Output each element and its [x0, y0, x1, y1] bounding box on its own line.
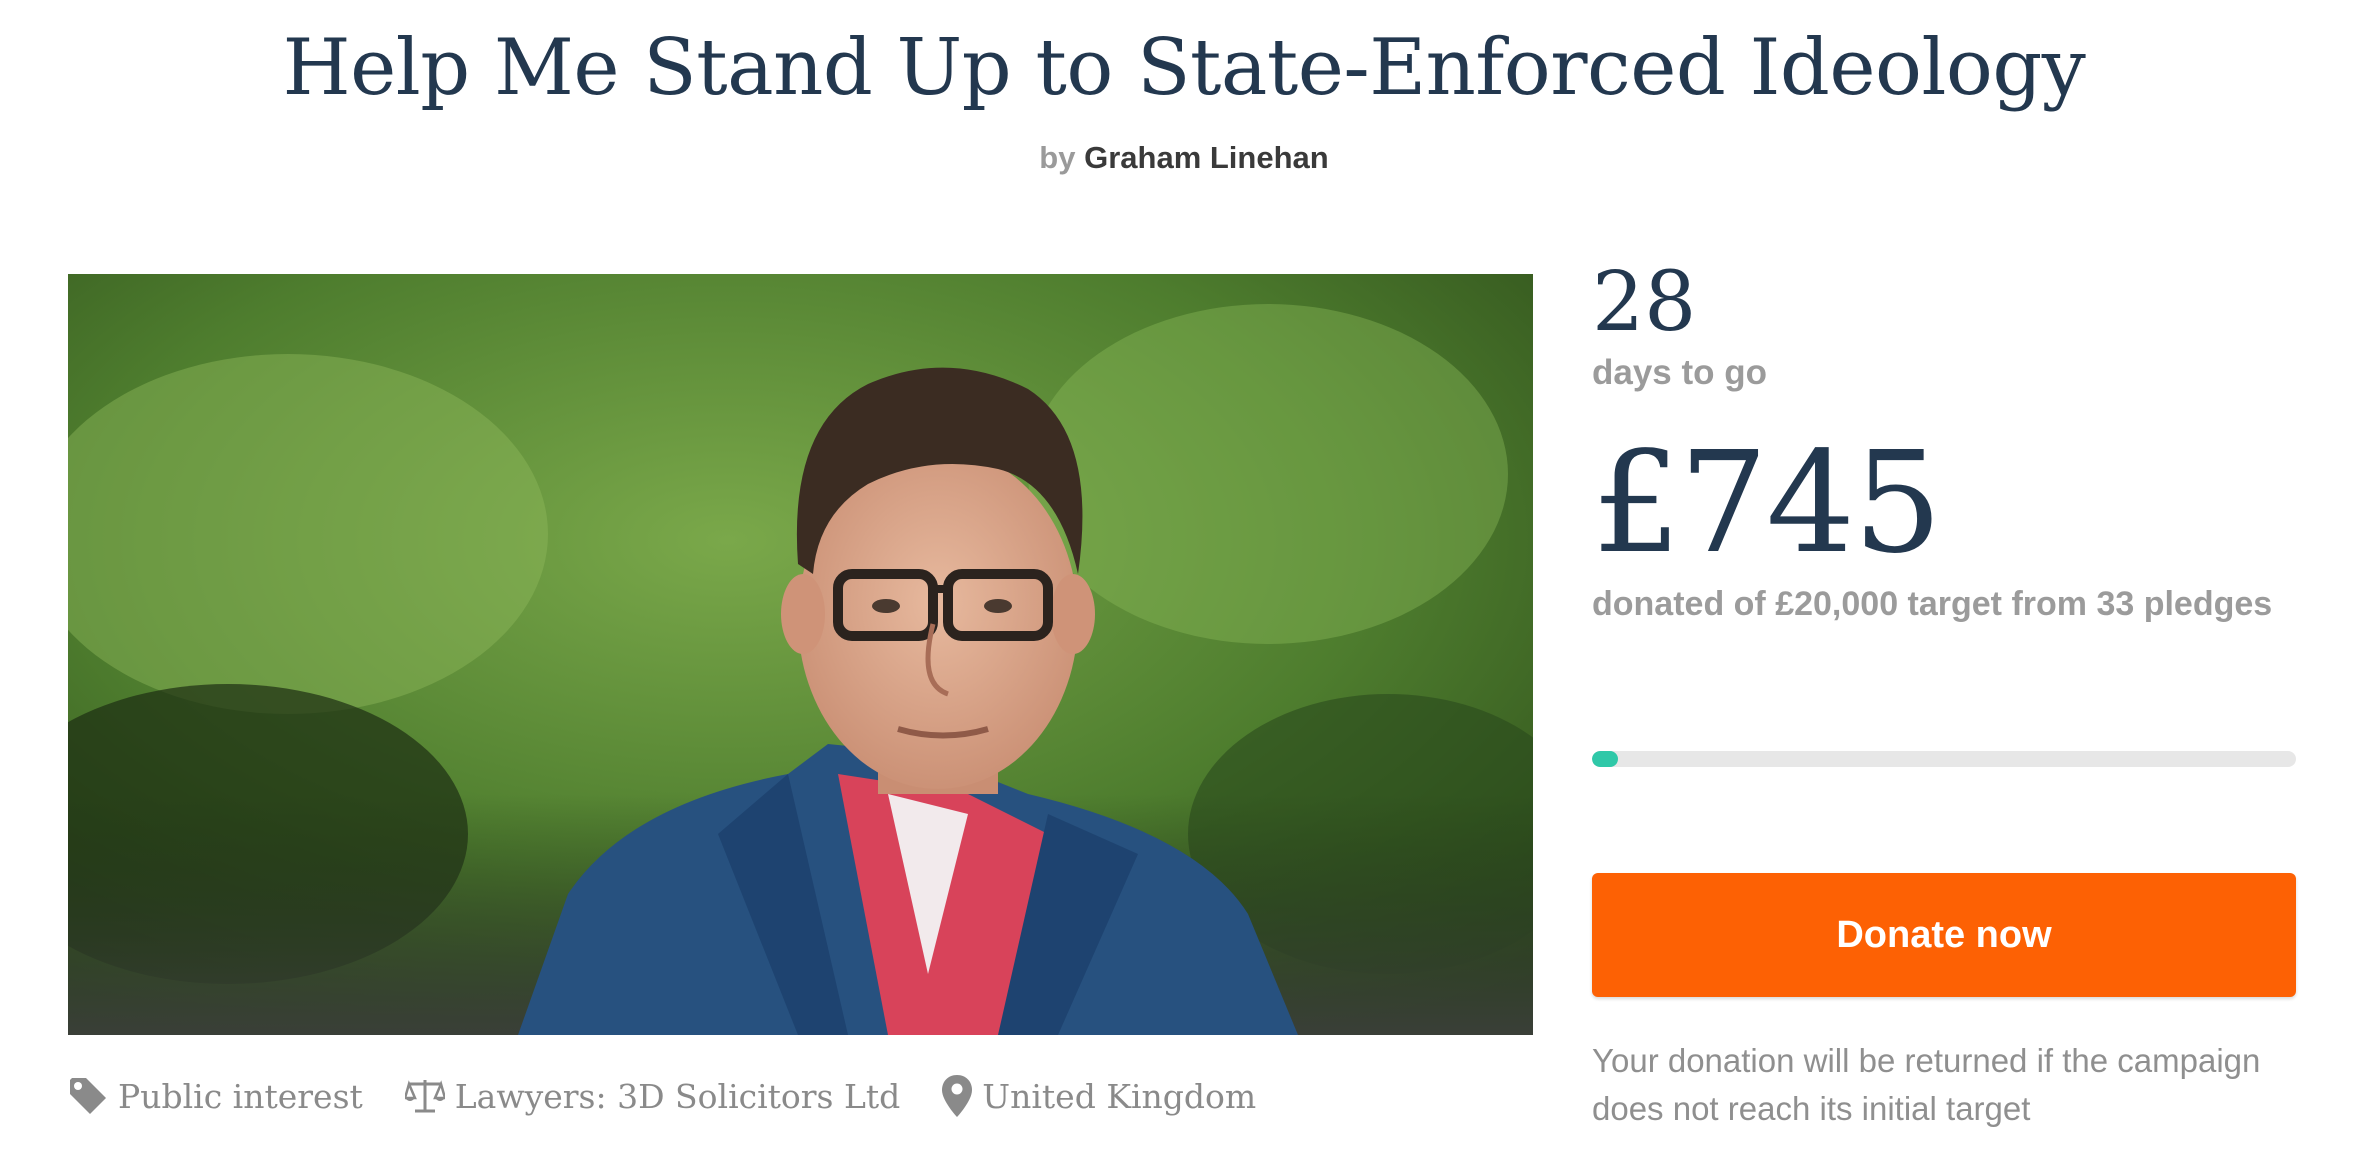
map-pin-icon — [942, 1075, 973, 1117]
location-label: United Kingdom — [982, 1076, 1257, 1116]
author-name[interactable]: Graham Linehan — [1084, 140, 1329, 175]
days-label: days to go — [1592, 353, 1768, 392]
tag-icon — [70, 1078, 106, 1114]
funding-progress-fill — [1592, 751, 1619, 767]
campaign-photo — [68, 274, 1533, 1035]
funding-progress-bar — [1592, 751, 2296, 767]
amount-label: donated of £20,000 target from 33 pledge… — [1592, 585, 2273, 623]
location-item[interactable]: United Kingdom — [942, 1075, 1256, 1117]
scales-icon — [404, 1080, 445, 1113]
category-label: Public interest — [118, 1076, 363, 1116]
donate-button[interactable]: Donate now — [1592, 873, 2296, 997]
campaign-header: Help Me Stand Up to State-Enforced Ideol… — [0, 0, 2368, 176]
lawyers-item[interactable]: Lawyers: 3D Solicitors Ltd — [404, 1076, 901, 1116]
campaign-meta: Public interest Lawyers: 3D Solicitors L… — [68, 1066, 1298, 1126]
refund-note: Your donation will be returned if the ca… — [1592, 1042, 2261, 1127]
category-item[interactable]: Public interest — [68, 1076, 363, 1116]
by-label: by — [1039, 140, 1076, 175]
amount-raised: £745 — [1592, 422, 1942, 585]
byline: by Graham Linehan — [0, 140, 2368, 176]
page-title: Help Me Stand Up to State-Enforced Ideol… — [282, 23, 2086, 113]
campaign-sidebar: 28 days to go £745 donated of £20,000 ta… — [1592, 255, 2296, 1127]
lawyers-label: Lawyers: 3D Solicitors Ltd — [454, 1076, 901, 1116]
days-count: 28 — [1592, 255, 1697, 350]
